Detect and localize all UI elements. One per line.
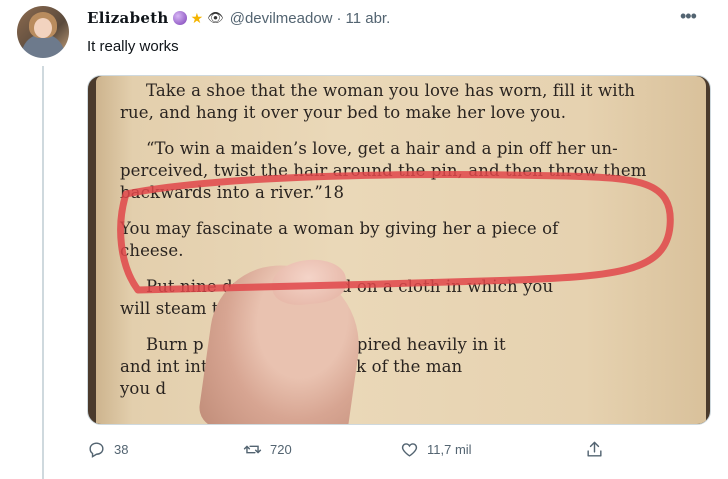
avatar[interactable] [17, 6, 69, 58]
retweet-button[interactable]: 720 [243, 440, 292, 459]
eye-icon: 👁 [207, 10, 224, 25]
reply-icon [89, 442, 104, 458]
handle[interactable]: @devilmeadow [230, 10, 333, 27]
tweet-text: It really works [87, 38, 179, 55]
tweet-header: Elizabeth ★ 👁 @devilmeadow · 11 abr. [87, 8, 390, 28]
like-count: 11,7 mil [427, 442, 472, 457]
share-icon [587, 441, 602, 457]
book-page-photo: Take a shoe that the woman you love has … [96, 76, 706, 424]
tweet-date[interactable]: 11 abr. [346, 10, 391, 27]
avatar-face [34, 18, 52, 38]
crystal-ball-icon [172, 11, 187, 25]
retweet-icon [243, 445, 262, 454]
tweet-media[interactable]: Take a shoe that the woman you love has … [87, 75, 711, 425]
red-highlight-circle [117, 171, 674, 294]
display-name[interactable]: Elizabeth [87, 9, 169, 27]
heart-icon [401, 443, 418, 457]
reply-count: 38 [114, 442, 129, 457]
reply-button[interactable]: 38 [87, 440, 128, 459]
star-icon: ★ [190, 10, 204, 26]
more-dots-icon[interactable]: ••• [680, 6, 697, 27]
like-button[interactable]: 11,7 mil [400, 440, 472, 459]
share-button[interactable] [585, 440, 604, 459]
separator: · [336, 9, 342, 27]
thread-line [42, 66, 44, 479]
retweet-count: 720 [270, 442, 292, 457]
action-bar: 38 720 11,7 mil [87, 440, 627, 466]
